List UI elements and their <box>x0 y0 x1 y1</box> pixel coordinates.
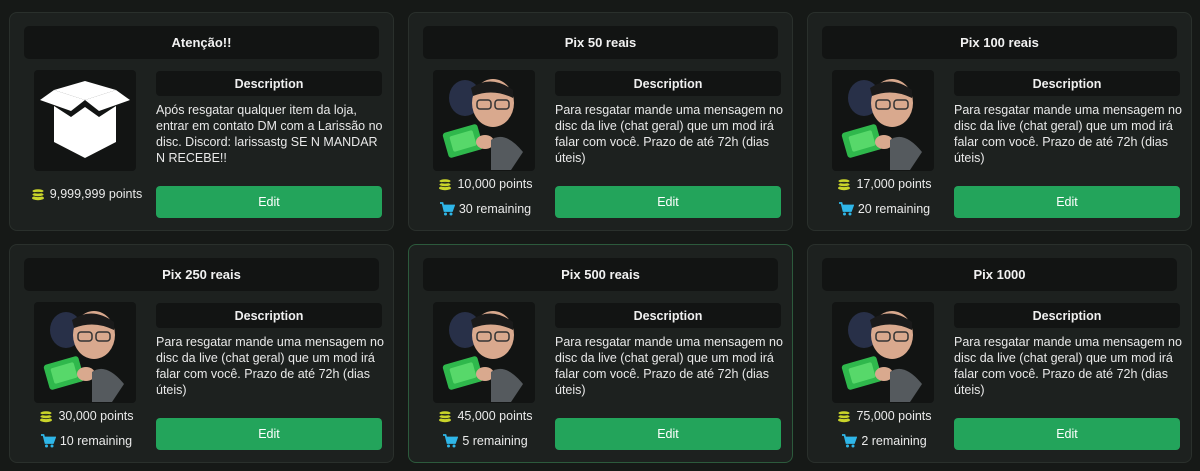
edit-button[interactable]: Edit <box>156 186 382 218</box>
coin-stack-icon <box>439 410 452 423</box>
description-heading: Description <box>156 71 382 96</box>
edit-button[interactable]: Edit <box>555 186 781 218</box>
points-row: 75,000 points <box>832 409 936 423</box>
remaining-value: 5 remaining <box>462 434 528 448</box>
reward-title: Pix 50 reais <box>423 26 778 59</box>
reward-image <box>433 302 535 403</box>
remaining-value: 30 remaining <box>458 202 532 216</box>
cart-icon <box>40 434 56 448</box>
remaining-row: 30 remaining <box>433 202 537 216</box>
reward-grid: Atenção!! Description Após resgatar qual… <box>0 0 1200 471</box>
reward-image <box>34 70 136 171</box>
description-text: Para resgatar mande uma mensagem no disc… <box>555 103 783 165</box>
reward-title: Pix 250 reais <box>24 258 379 291</box>
remaining-row: 5 remaining <box>433 434 537 448</box>
edit-button[interactable]: Edit <box>954 418 1180 450</box>
reward-card: Pix 500 reais Description Para resgatar … <box>408 244 793 463</box>
description-text: Após resgatar qualquer item da loja, ent… <box>156 103 383 165</box>
cart-icon <box>439 202 455 216</box>
remaining-value: 20 remaining <box>857 202 931 216</box>
box-icon <box>40 81 130 158</box>
points-row: 30,000 points <box>34 409 138 423</box>
coin-stack-icon <box>31 188 45 201</box>
streamer-avatar <box>442 311 523 402</box>
description-text: Para resgatar mande uma mensagem no disc… <box>156 335 384 397</box>
remaining-row: 2 remaining <box>832 434 936 448</box>
reward-card: Pix 250 reais Description Para resgatar … <box>9 244 394 463</box>
reward-image <box>832 70 934 171</box>
streamer-avatar <box>841 311 922 402</box>
points-row: 9,999,999 points <box>31 187 142 201</box>
points-row: 17,000 points <box>832 177 936 191</box>
reward-card: Atenção!! Description Após resgatar qual… <box>9 12 394 231</box>
cart-icon <box>443 434 459 448</box>
reward-card: Pix 100 reais Description Para resgatar … <box>807 12 1192 231</box>
streamer-avatar <box>43 311 124 402</box>
reward-title: Pix 100 reais <box>822 26 1177 59</box>
edit-button[interactable]: Edit <box>954 186 1180 218</box>
edit-button[interactable]: Edit <box>156 418 382 450</box>
remaining-row: 20 remaining <box>832 202 936 216</box>
description-heading: Description <box>555 303 781 328</box>
reward-image <box>433 70 535 171</box>
description-heading: Description <box>954 71 1180 96</box>
remaining-value: 10 remaining <box>59 434 133 448</box>
coin-stack-icon <box>838 410 851 423</box>
description-heading: Description <box>156 303 382 328</box>
cart-icon <box>838 202 854 216</box>
reward-title: Atenção!! <box>24 26 379 59</box>
points-row: 45,000 points <box>433 409 537 423</box>
points-row: 10,000 points <box>433 177 537 191</box>
edit-button[interactable]: Edit <box>555 418 781 450</box>
points-value: 17,000 points <box>856 177 932 191</box>
reward-image <box>34 302 136 403</box>
reward-card: Pix 1000 Description Para resgatar mande… <box>807 244 1192 463</box>
reward-image <box>832 302 934 403</box>
coin-stack-icon <box>40 410 53 423</box>
coin-stack-icon <box>838 178 851 191</box>
cart-icon <box>842 434 858 448</box>
reward-title: Pix 500 reais <box>423 258 778 291</box>
reward-card: Pix 50 reais Description Para resgatar m… <box>408 12 793 231</box>
points-value: 75,000 points <box>856 409 932 423</box>
description-text: Para resgatar mande uma mensagem no disc… <box>954 103 1182 165</box>
points-value: 30,000 points <box>58 409 134 423</box>
remaining-row: 10 remaining <box>34 434 138 448</box>
points-value: 45,000 points <box>457 409 533 423</box>
coin-stack-icon <box>439 178 452 191</box>
points-value: 10,000 points <box>457 177 533 191</box>
description-text: Para resgatar mande uma mensagem no disc… <box>555 335 783 397</box>
streamer-avatar <box>841 79 922 170</box>
description-heading: Description <box>555 71 781 96</box>
streamer-avatar <box>442 79 523 170</box>
description-text: Para resgatar mande uma mensagem no disc… <box>954 335 1182 397</box>
points-value: 9,999,999 points <box>49 187 143 201</box>
reward-title: Pix 1000 <box>822 258 1177 291</box>
description-heading: Description <box>954 303 1180 328</box>
remaining-value: 2 remaining <box>861 434 927 448</box>
